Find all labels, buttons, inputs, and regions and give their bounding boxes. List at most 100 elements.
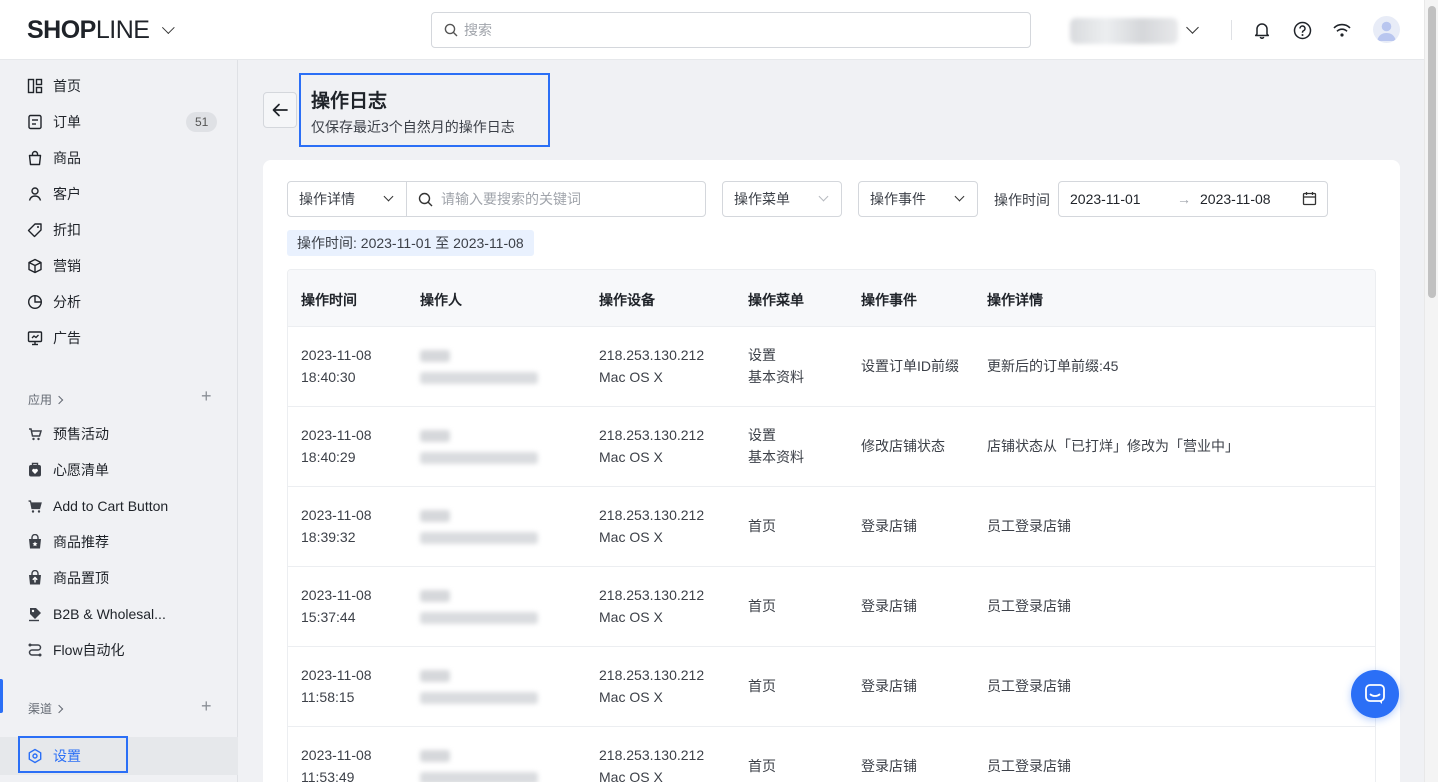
cube-icon (26, 257, 44, 275)
sidebar-item-analytics[interactable]: 分析 (0, 284, 238, 320)
date-range-picker[interactable]: 2023-11-01 → 2023-11-08 (1058, 181, 1328, 217)
operator-name-blurred (420, 350, 450, 362)
table-row: 2023-11-08 11:53:49 218.253.130.212 Mac OS… (288, 727, 1375, 782)
sidebar-item-label: 客户 (53, 186, 81, 202)
column-header-event: 操作事件 (861, 292, 917, 308)
search-icon (444, 23, 458, 37)
operator-email-blurred (420, 372, 538, 384)
order-count-badge: 51 (186, 112, 218, 132)
add-app-plus-icon[interactable]: + (201, 386, 212, 407)
table-row: 2023-11-08 18:39:32 218.253.130.212 Mac OS… (288, 487, 1375, 567)
top-bar: SHOP LINE 搜索 (0, 0, 1424, 60)
chat-support-button[interactable] (1351, 670, 1399, 718)
calendar-icon (1302, 191, 1317, 209)
page-scrollbar[interactable] (1424, 0, 1438, 782)
row-detail: 员工登录店铺 (987, 758, 1071, 774)
date-start[interactable]: 2023-11-01 (1070, 191, 1141, 207)
row-device: 218.253.130.212 Mac OS X (599, 347, 705, 385)
row-device: 218.253.130.212 Mac OS X (599, 667, 705, 705)
row-detail: 更新后的订单前缀:45 (987, 358, 1119, 374)
sidebar-app-pin[interactable]: 商品置顶 (0, 560, 238, 596)
chevron-down-icon (818, 191, 829, 202)
operator-email-blurred (420, 452, 538, 464)
logo-text-thin: LINE (95, 16, 150, 44)
apps-section-label[interactable]: 应用 (28, 391, 64, 408)
row-detail: 员工登录店铺 (987, 678, 1071, 694)
chevron-down-icon[interactable] (162, 21, 176, 35)
select-value: 操作事件 (870, 191, 926, 207)
sidebar-item-label: Add to Cart Button (53, 498, 169, 514)
row-detail: 员工登录店铺 (987, 518, 1071, 534)
column-header-menu: 操作菜单 (748, 292, 804, 308)
row-device: 218.253.130.212 Mac OS X (599, 507, 705, 545)
sidebar-item-discounts[interactable]: 折扣 (0, 212, 238, 248)
avatar[interactable] (1373, 16, 1400, 43)
event-select[interactable]: 操作事件 (858, 181, 978, 217)
cart-icon (26, 497, 44, 515)
pie-icon (26, 293, 44, 311)
table-row: 2023-11-08 18:40:29 218.253.130.212 Mac OS… (288, 407, 1375, 487)
scroll-thumb[interactable] (1428, 6, 1436, 298)
operator-email-blurred (420, 612, 538, 624)
store-chevron-down-icon[interactable] (1186, 21, 1199, 34)
keyword-search-input[interactable]: 请输入要搜索的关键词 (406, 181, 706, 217)
menu-select[interactable]: 操作菜单 (722, 181, 842, 217)
store-name-blurred[interactable] (1070, 18, 1178, 44)
sidebar-app-add-to-cart[interactable]: Add to Cart Button (0, 488, 238, 524)
row-time: 2023-11-08 18:39:32 (301, 507, 372, 545)
row-time: 2023-11-08 11:58:15 (301, 667, 372, 705)
date-end[interactable]: 2023-11-08 (1200, 191, 1271, 207)
row-menu: 首页 (748, 598, 776, 614)
column-header-time: 操作时间 (301, 292, 357, 308)
sidebar-item-ads[interactable]: 广告 (0, 320, 238, 356)
row-detail: 店铺状态从「已打烊」修改为「营业中」 (987, 438, 1239, 454)
help-icon[interactable] (1291, 19, 1313, 41)
column-header-detail: 操作详情 (987, 292, 1043, 308)
sidebar-app-presale[interactable]: 预售活动 (0, 416, 238, 452)
operator-name-blurred (420, 430, 450, 442)
back-button[interactable] (263, 92, 297, 128)
date-range-arrow: → (1177, 191, 1191, 207)
divider (1231, 20, 1232, 40)
sidebar-item-label: 心愿清单 (53, 462, 109, 478)
row-event: 登录店铺 (861, 678, 917, 694)
detail-type-select[interactable]: 操作详情 (287, 181, 407, 217)
bag-icon (26, 149, 44, 167)
channels-label: 渠道 (28, 702, 53, 716)
log-table: 操作时间 操作人 操作设备 操作菜单 操作事件 操作详情 2023-11-08 1… (287, 269, 1376, 782)
active-filter-tag[interactable]: 操作时间: 2023-11-01 至 2023-11-08 (287, 230, 534, 256)
sidebar-item-customers[interactable]: 客户 (0, 176, 238, 212)
row-menu: 设置 基本资料 (748, 427, 804, 465)
sidebar-item-label: Flow自动化 (53, 642, 125, 658)
add-channel-plus-icon[interactable]: + (201, 696, 212, 717)
title-highlight-box (299, 73, 550, 147)
sidebar: 首页 订单 51 商品 客户 折扣 营销 分析 广告 应用 + 预售活动 心愿清… (0, 60, 238, 782)
logo-text-bold: SHOP (27, 16, 96, 44)
channels-section-label[interactable]: 渠道 (28, 700, 64, 717)
time-filter-label: 操作时间 (994, 192, 1050, 208)
row-time: 2023-11-08 18:40:30 (301, 347, 372, 385)
sidebar-item-marketing[interactable]: 营销 (0, 248, 238, 284)
search-input[interactable]: 搜索 (431, 12, 1031, 48)
bell-icon[interactable] (1251, 19, 1273, 41)
row-time: 2023-11-08 15:37:44 (301, 587, 372, 625)
sidebar-item-orders[interactable]: 订单 51 (0, 104, 238, 140)
presale-icon (26, 425, 44, 443)
sidebar-item-label: 分析 (53, 294, 81, 310)
operator-email-blurred (420, 692, 538, 704)
sidebar-app-flow[interactable]: Flow自动化 (0, 632, 238, 668)
select-value: 操作详情 (299, 191, 355, 207)
sidebar-app-recommend[interactable]: 商品推荐 (0, 524, 238, 560)
sidebar-item-label: 商品推荐 (53, 534, 109, 550)
arrow-left-icon (272, 103, 288, 117)
row-time: 2023-11-08 11:53:49 (301, 747, 372, 782)
wifi-icon[interactable] (1331, 19, 1353, 41)
sidebar-item-label: 营销 (53, 258, 81, 274)
sidebar-app-wishlist[interactable]: 心愿清单 (0, 452, 238, 488)
shopline-logo[interactable]: SHOP LINE (27, 16, 176, 45)
column-header-device: 操作设备 (599, 292, 655, 308)
row-device: 218.253.130.212 Mac OS X (599, 747, 705, 782)
sidebar-app-b2b[interactable]: B2B & Wholesal... (0, 596, 238, 632)
sidebar-item-products[interactable]: 商品 (0, 140, 238, 176)
sidebar-item-home[interactable]: 首页 (0, 68, 238, 104)
